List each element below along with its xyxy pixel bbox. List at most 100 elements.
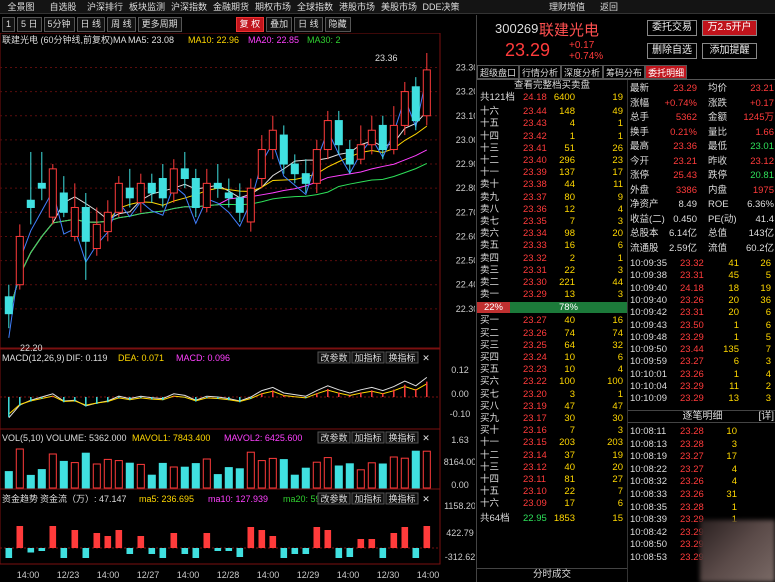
kline-chart-area[interactable]: 联建光电 (60分钟线,前复权) MA MA5: 23.08 MA10: 22.96 M… xyxy=(0,33,475,582)
tick-count: 3 xyxy=(765,356,771,368)
level-label: 卖八 xyxy=(480,203,500,215)
remove-watchlist-button[interactable]: 删除自选 xyxy=(647,43,697,59)
menu-item-13[interactable]: 理财增值 xyxy=(546,0,588,13)
menu-item-7[interactable]: 全球指数 xyxy=(294,0,336,13)
menu-item-0[interactable]: 全景图 xyxy=(0,0,42,13)
candle xyxy=(92,223,101,250)
more-periods-button[interactable]: 更多周期 xyxy=(137,16,182,32)
tick-row: 10:09:35 23.32 41 26 xyxy=(628,258,775,270)
period-day-button[interactable]: 日 线 xyxy=(76,16,106,32)
macd-tick: -0.10 xyxy=(450,409,471,419)
fund-ma5: ma5: 236.695 xyxy=(139,494,194,504)
menu-item-8[interactable]: 港股市场 xyxy=(336,0,378,13)
menu-item-12[interactable] xyxy=(504,0,546,13)
price-tick: 22.50 xyxy=(456,256,475,266)
period-5day-button[interactable]: 5 日 xyxy=(17,16,42,32)
orderbook-row: 十二 23.40 296 23 xyxy=(477,155,627,167)
tick-detail-more[interactable]: [详] xyxy=(758,411,774,423)
volume-bar xyxy=(345,463,354,489)
detail-row: 10:08:11 23.28 10 xyxy=(628,426,775,438)
volume-bar xyxy=(59,460,68,489)
tab-2[interactable]: 深度分析 xyxy=(561,65,604,79)
period-5min-button[interactable]: 5分钟 xyxy=(43,16,75,32)
level-label: 买一 xyxy=(480,315,500,327)
level-count: 3 xyxy=(617,425,623,437)
stat-value: 0.21% xyxy=(670,126,697,138)
menu-item-10[interactable]: DDE决策 xyxy=(420,0,462,13)
level-count: 7 xyxy=(617,486,623,498)
stat-label: 跌停 xyxy=(708,170,728,181)
orderbook-row: 买七 23.20 3 1 xyxy=(477,389,627,401)
orderbook-row: 十二 23.14 37 19 xyxy=(477,450,627,462)
level-volume: 7 xyxy=(569,425,575,437)
level-count: 6 xyxy=(617,352,623,363)
level-label: 十五 xyxy=(480,118,500,130)
tab-0[interactable]: 超级盘口 xyxy=(477,65,520,79)
tab-3[interactable]: 筹码分布 xyxy=(603,65,646,79)
tick-count: 7 xyxy=(765,344,771,356)
orderbook-row: 十六 23.09 17 6 xyxy=(477,498,627,510)
stat-label: 总股本 xyxy=(630,228,659,239)
stat-label: 外盘 xyxy=(630,184,650,196)
macd-add-indicator-button: 加指标 xyxy=(354,352,381,363)
day-line-button[interactable]: 日 线 xyxy=(294,16,323,32)
menu-item-9[interactable]: 美股市场 xyxy=(378,0,420,13)
period-1-button[interactable]: 1 xyxy=(2,16,16,32)
vol-label: VOL(5,10) xyxy=(2,433,44,443)
fund-close-button: ✕ xyxy=(422,494,430,504)
level-label: 卖三 xyxy=(480,264,500,276)
high-label: 23.36 xyxy=(375,53,398,63)
level-count: 27 xyxy=(612,474,623,485)
detail-row: 10:08:22 23.27 4 xyxy=(628,464,775,476)
candle xyxy=(103,211,112,233)
tab-4[interactable]: 委托明细 xyxy=(645,65,688,79)
tick-time: 10:09:59 xyxy=(630,356,667,368)
macd-close-button: ✕ xyxy=(422,353,430,363)
level-label: 买三 xyxy=(480,339,500,351)
stat-value: 41.4 xyxy=(755,213,775,225)
hide-button[interactable]: 隐藏 xyxy=(324,16,351,32)
level-volume: 22 xyxy=(564,264,575,276)
menu-item-11[interactable] xyxy=(462,0,504,13)
volume-bar xyxy=(400,457,409,489)
overlay-button[interactable]: 叠加 xyxy=(266,16,293,32)
stat-label: 内盘 xyxy=(708,184,728,196)
level-label: 十一 xyxy=(480,437,500,449)
fund-change-indicator-button: 换指标 xyxy=(388,493,415,504)
level-price: 23.36 xyxy=(523,203,547,215)
level-price: 23.22 xyxy=(523,376,547,388)
menu-item-3[interactable]: 板块监测 xyxy=(126,0,168,13)
candle xyxy=(290,163,299,175)
price-tick: 22.70 xyxy=(456,207,475,217)
level-price: 23.23 xyxy=(523,364,547,376)
stat-value: 0.450 xyxy=(673,213,697,225)
level-count: 16 xyxy=(612,315,623,327)
orderbook-row: 买八 23.19 47 47 xyxy=(477,401,627,413)
stat-label: 今开 xyxy=(630,155,650,167)
menu-item-2[interactable]: 沪深排行 xyxy=(84,0,126,13)
detail-row: 10:08:35 23.28 1 xyxy=(628,502,775,514)
level-label: 卖七 xyxy=(480,216,500,227)
menu-item-4[interactable]: 沪深指数 xyxy=(168,0,210,13)
menu-item-6[interactable]: 期权市场 xyxy=(252,0,294,13)
add-alert-button[interactable]: 添加提醒 xyxy=(702,43,757,59)
menu-item-1[interactable]: 自选股 xyxy=(42,0,84,13)
menu-item-14[interactable]: 返回 xyxy=(588,0,630,13)
menu-item-5[interactable]: 金融期货 xyxy=(210,0,252,13)
level-volume: 17 xyxy=(564,498,575,510)
level-price: 23.41 xyxy=(523,142,547,154)
stat-row: 总手 5362 金额 1245万 xyxy=(628,111,775,126)
stat-value: 23.29 xyxy=(673,83,697,94)
volume-bar xyxy=(323,457,332,489)
tick-price: 23.29 xyxy=(680,381,704,392)
stat-value: +0.17 xyxy=(749,97,774,109)
tab-1[interactable]: 行情分析 xyxy=(519,65,562,79)
full-book-link[interactable]: 查看完整档买卖盘 xyxy=(477,80,627,92)
period-week-button[interactable]: 周 线 xyxy=(107,16,136,32)
time-sales-tab[interactable]: 分时成交 xyxy=(477,568,627,580)
open-account-button[interactable]: 万2.5开户 xyxy=(702,20,757,36)
adjust-button[interactable]: 复 权 xyxy=(235,16,265,32)
detail-price: 23.27 xyxy=(680,463,704,475)
volume-bar xyxy=(268,457,277,489)
trade-button[interactable]: 委托交易 xyxy=(647,20,697,36)
